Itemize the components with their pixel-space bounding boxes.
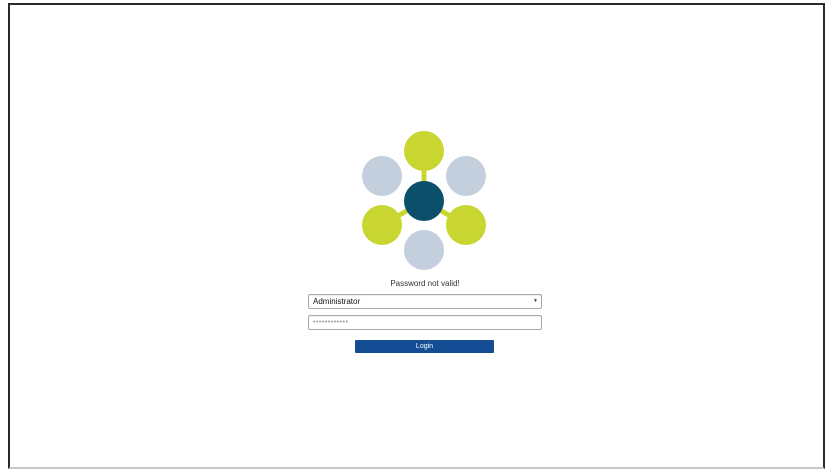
login-button[interactable]: Login	[355, 340, 494, 353]
password-input[interactable]: ••••••••••••	[308, 315, 542, 330]
chevron-down-icon[interactable]: ▼	[533, 295, 538, 308]
error-message: Password not valid!	[390, 279, 460, 288]
logo-node-upper-right	[446, 156, 486, 196]
logo-node-top	[404, 131, 444, 171]
logo-node-center	[404, 181, 444, 221]
network-hub-logo	[362, 131, 486, 270]
user-select-value: Administrator	[313, 297, 361, 306]
user-select[interactable]: Administrator ▼	[308, 294, 542, 309]
logo-node-lower-left	[362, 205, 402, 245]
logo-node-upper-left	[362, 156, 402, 196]
logo-node-lower-right	[446, 205, 486, 245]
logo-node-bottom	[404, 230, 444, 270]
